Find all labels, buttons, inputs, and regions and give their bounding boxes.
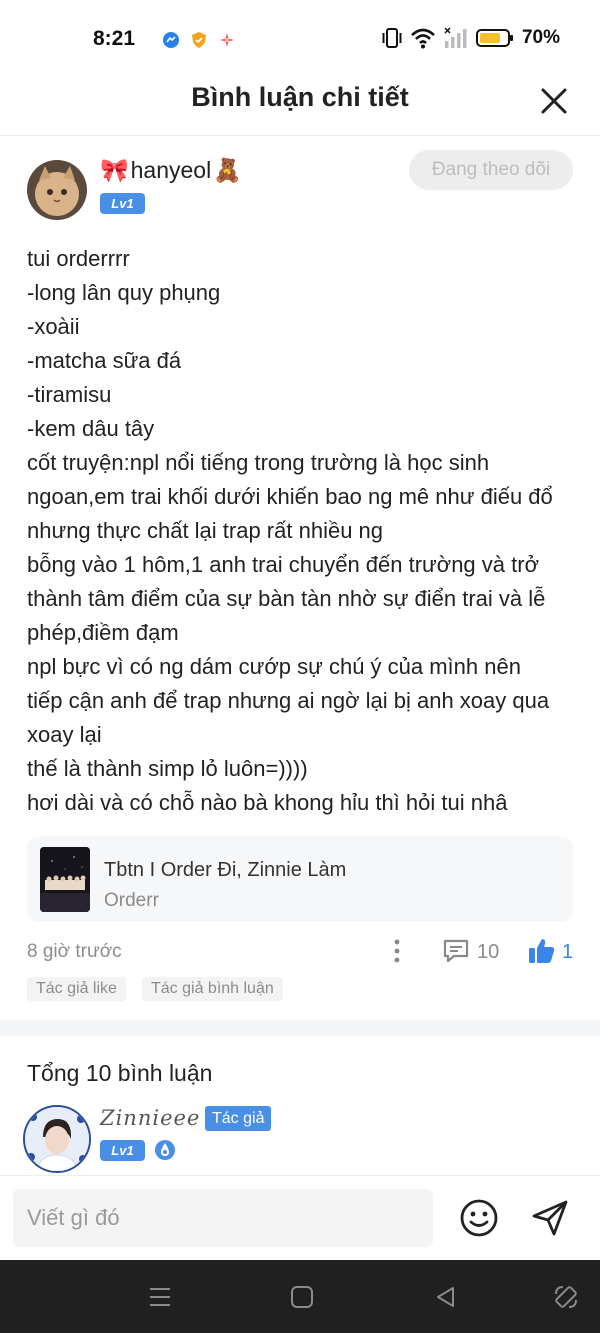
story-cover-image (40, 847, 90, 912)
emoji-icon[interactable] (459, 1198, 499, 1238)
post-content: tui orderrrr -long lân quy phụng -xoàii -ma… (27, 242, 577, 820)
system-nav-bar (0, 1260, 600, 1333)
tag-author-comment: Tác giả bình luận (142, 977, 283, 1001)
post-line: hơi dài và có chỗ nào bà khong hỉu thì h… (27, 790, 508, 815)
post-line: tiếp cận anh để trap nhưng ai ngờ lại bị… (27, 688, 550, 713)
messenger-icon (163, 32, 179, 48)
story-card[interactable]: Tbtn I Order Đi, Zinnie Làm Orderr (27, 836, 573, 922)
tag-author-like: Tác giả like (27, 977, 126, 1001)
post-line: thế là thành simp lỏ luôn=)))) (27, 756, 308, 781)
post-line: -kem dâu tây (27, 416, 155, 441)
status-time: 8:21 (93, 27, 136, 50)
rotate-icon[interactable] (553, 1284, 579, 1310)
author-name-row[interactable]: 🎀 hanyeol 🧸 (100, 157, 242, 184)
more-vertical-icon[interactable] (388, 938, 406, 964)
status-bar: 8:21 70% (0, 0, 600, 80)
author-avatar[interactable] (27, 160, 87, 220)
commenter-avatar-image (25, 1107, 89, 1171)
post-line: xoay lại (27, 722, 102, 747)
droplet-badge-icon (155, 1140, 175, 1160)
post-line: -long lân quy phụng (27, 280, 221, 305)
author-name: hanyeol (130, 157, 212, 183)
send-icon[interactable] (530, 1198, 570, 1238)
post-line: -tiramisu (27, 382, 112, 407)
story-subtitle: Orderr (104, 890, 159, 911)
post-line: -matcha sữa đá (27, 348, 182, 373)
comment-input[interactable] (13, 1189, 433, 1247)
commenter-level-badge: Lv1 (100, 1140, 145, 1161)
post-line: -xoàii (27, 314, 80, 339)
post-line: bỗng vào 1 hôm,1 anh trai chuyển đến trư… (27, 552, 539, 577)
cat-avatar-image (27, 160, 87, 220)
post-line: nhưng thực chất lại trap rất nhiều ng (27, 518, 384, 543)
post-line: npl bực vì có ng dám cướp sự chú ý của m… (27, 654, 521, 679)
post-line: phép,điềm đạm (27, 620, 179, 645)
comment-input-bar (0, 1175, 600, 1260)
sparkle-icon (220, 33, 234, 47)
comments-total: Tổng 10 bình luận (27, 1060, 213, 1086)
post-line: ngoan,em trai khối dưới khiến bao ng mê … (27, 484, 553, 509)
like-count: 1 (562, 941, 574, 963)
ribbon-icon: 🎀 (100, 157, 129, 183)
section-divider (0, 1020, 600, 1036)
teddy-bear-icon: 🧸 (213, 157, 242, 183)
post-time: 8 giờ trước (27, 941, 122, 962)
battery-icon (475, 29, 513, 47)
back-icon[interactable] (433, 1284, 459, 1310)
page-header: Bình luận chi tiết (0, 80, 600, 136)
wifi-icon (411, 28, 435, 49)
vibrate-icon (382, 28, 402, 48)
close-icon[interactable] (538, 85, 570, 117)
commenter-name[interactable]: Zinnieee (100, 1106, 200, 1130)
author-badge: Tác giả (205, 1106, 272, 1131)
signal-icon (444, 27, 467, 48)
post-line: tui orderrrr (27, 246, 130, 271)
author-level-badge: Lv1 (100, 193, 145, 214)
commenter-avatar[interactable] (23, 1105, 91, 1173)
shield-icon (192, 32, 206, 48)
post-line: cốt truyện:npl nổi tiếng trong trường là… (27, 450, 490, 475)
page-title: Bình luận chi tiết (191, 82, 409, 112)
thumbs-up-icon[interactable] (527, 936, 557, 966)
post-line: thành tâm điểm của sự bàn tàn nhờ sự điể… (27, 586, 546, 611)
battery-percent: 70% (521, 27, 560, 48)
menu-icon[interactable] (147, 1284, 173, 1310)
home-icon[interactable] (289, 1284, 315, 1310)
comment-count: 10 (477, 941, 500, 963)
follow-button[interactable]: Đang theo dõi (409, 150, 573, 190)
comment-icon[interactable] (442, 937, 470, 965)
story-title: Tbtn I Order Đi, Zinnie Làm (104, 859, 347, 881)
